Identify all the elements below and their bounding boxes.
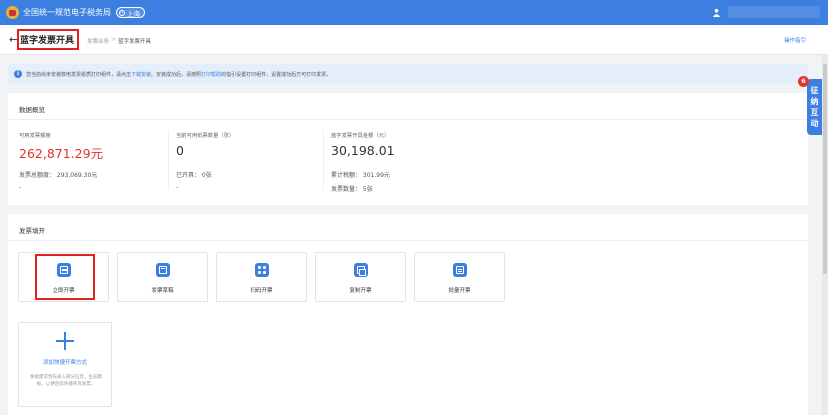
tile-label: 复制开票 <box>349 288 372 294</box>
location-pin-icon: • <box>119 9 125 16</box>
annotation-highlight-issue-now <box>35 254 95 300</box>
paper-extra: - <box>176 184 179 191</box>
tax-interaction-tab[interactable]: 征 纳 互 动 <box>807 79 822 135</box>
side-tab-char: 互 <box>810 108 819 117</box>
print-help-link[interactable]: 打印帮助 <box>201 72 221 78</box>
cumulative-tax: 累计税额： 301.99元 <box>331 172 390 179</box>
side-tab-char: 征 <box>810 86 819 95</box>
breadcrumb-invoice-business[interactable]: 发票业务 <box>87 37 109 45</box>
copy-issue-tile[interactable]: 复制开票 <box>315 252 406 302</box>
paper-invoice-count-value: 0 <box>176 143 184 158</box>
user-account-area[interactable] <box>728 6 820 18</box>
total-quota: 发票总额度： 293,069.30元 <box>19 172 98 179</box>
available-quota-value: 262,871.29元 <box>19 146 104 161</box>
add-quick-issue-desc: 根据需求预先录入部分信息，生成模板，以便后续快捷开具发票。 <box>30 375 102 387</box>
breadcrumb-current: 蓝字发票开具 <box>118 39 152 45</box>
plus-icon <box>56 332 74 350</box>
issued-count: 已开具： 0张 <box>176 172 212 179</box>
invoice-count: 发票数量： 5张 <box>331 186 373 193</box>
notice-text-part3: 的指引设置打印组件，设置成功后方可打印发票。 <box>221 72 332 78</box>
overview-separator <box>168 130 169 190</box>
annotation-highlight-title <box>17 29 79 50</box>
overview-divider <box>8 119 808 120</box>
notice-text: 您当前尚未安装数电发票纸质打印组件，请点击下载安装。安装成功后，请按照打印帮助的… <box>26 71 331 78</box>
draft-icon <box>156 263 170 277</box>
tax-bureau-logo <box>6 6 19 19</box>
info-icon: i <box>14 70 22 78</box>
tile-label: 扫码开票 <box>250 288 273 294</box>
download-install-link[interactable]: 下载安装 <box>131 72 151 78</box>
breadcrumb-separator: > <box>111 36 117 43</box>
overview-title: 数据概览 <box>19 106 45 114</box>
available-quota-label: 可用发票额度 <box>19 133 51 139</box>
top-bar: 全国统一规范电子税务局 • 上海 <box>0 0 828 25</box>
add-quick-issue-tile[interactable]: 添加快捷开票方式 根据需求预先录入部分信息，生成模板，以便后续快捷开具发票。 <box>18 322 112 407</box>
side-tab-char: 动 <box>810 119 819 128</box>
add-quick-issue-label: 添加快捷开票方式 <box>42 360 87 366</box>
issue-divider <box>8 240 808 241</box>
tile-label: 批量开票 <box>448 288 471 294</box>
operation-guide-link[interactable]: 操作指引 <box>784 36 806 44</box>
overview-separator <box>323 130 324 190</box>
region-selector[interactable]: • 上海 <box>116 7 145 18</box>
batch-icon <box>453 263 467 277</box>
blue-invoice-amount-value: 30,198.01 <box>331 143 395 158</box>
notification-badge: 6 <box>798 76 809 87</box>
data-overview-card: 数据概览 可用发票额度 262,871.29元 发票总额度： 293,069.3… <box>8 93 808 205</box>
region-label: 上海 <box>127 9 140 18</box>
invoice-draft-tile[interactable]: 发票草稿 <box>117 252 208 302</box>
batch-issue-tile[interactable]: 批量开票 <box>414 252 505 302</box>
notice-text-part1: 您当前尚未安装数电发票纸质打印组件，请点击 <box>26 72 132 78</box>
issue-title: 发票填开 <box>19 227 45 235</box>
notice-text-part2: 。安装成功后，请按照 <box>151 72 202 78</box>
qr-code-icon <box>255 263 269 277</box>
paper-invoice-count-label: 当前可用纸票数量（张） <box>176 133 235 139</box>
copy-icon <box>354 263 368 277</box>
blue-invoice-amount-label: 蓝字发票开具金额（元） <box>331 133 390 139</box>
breadcrumb-bar: ← 蓝字发票开具 发票业务 > 蓝字发票开具 操作指引 <box>0 25 828 55</box>
invoice-issue-card: 发票填开 立即开票 发票草稿 扫码开票 复制开票 批量开票 添加快捷开票方式 根… <box>8 214 808 415</box>
quota-extra: - <box>19 184 22 191</box>
user-icon[interactable] <box>712 8 721 17</box>
scrollbar-thumb[interactable] <box>823 64 827 274</box>
tile-label: 发票草稿 <box>151 288 174 294</box>
side-tab-char: 纳 <box>810 97 819 106</box>
scan-issue-tile[interactable]: 扫码开票 <box>216 252 307 302</box>
site-title: 全国统一规范电子税务局 <box>23 8 111 17</box>
print-component-notice: i 您当前尚未安装数电发票纸质打印组件，请点击下载安装。安装成功后，请按照打印帮… <box>8 64 808 84</box>
